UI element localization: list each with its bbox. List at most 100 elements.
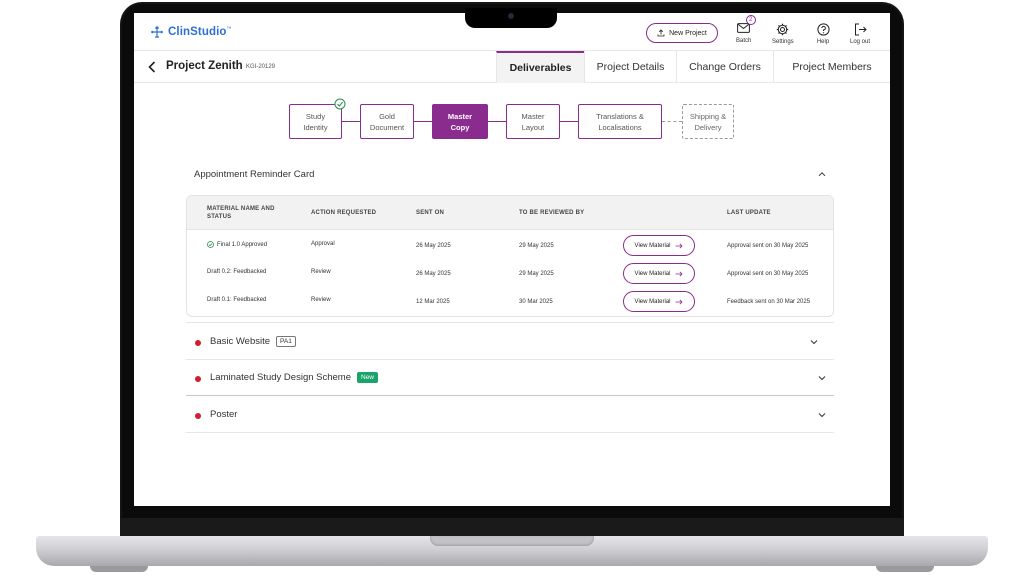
arrow-right-icon [675,243,684,248]
accordion-appointment-reminder-card[interactable]: Appointment Reminder Card [186,163,834,185]
action-requested: Review [311,297,331,303]
view-material-button[interactable]: View Material [623,263,695,284]
material-status-text: Final 1.0 Approved [217,241,268,248]
table-row: Draft 0.2: Feedbacked Review 26 May 2025… [187,260,833,288]
page-title: Project Zenith [166,60,243,72]
accordion-title-text: Basic Website [210,336,271,347]
project-code: KGI-20129 [246,64,276,70]
camera-icon [508,13,514,19]
step-label: Gold Document [370,111,404,133]
step-translations-localisations[interactable]: Translations & Localisations [578,104,662,139]
sent-on: 26 May 2025 [416,243,451,249]
divider [186,322,834,323]
batch-button[interactable]: 2 Batch [736,15,756,44]
review-by: 29 May 2025 [519,271,554,277]
chevron-down-icon[interactable] [818,412,826,418]
settings-button[interactable]: Settings [772,22,794,45]
sent-on: 12 Mar 2025 [416,299,450,305]
step-label: Translations & Localisations [596,111,644,133]
batch-icon-wrap: 2 [737,15,756,35]
step-connector [342,121,360,122]
step-connector [414,121,432,122]
accordion-title-text: Laminated Study Design Scheme [210,372,351,383]
accordion-title: Basic Website PA1 [210,336,296,347]
accordion-basic-website[interactable]: Basic Website PA1 [186,324,834,360]
logo-text: ClinStudio™ [168,26,232,38]
arrow-right-icon [675,271,684,276]
accordion-poster[interactable]: Poster [186,397,834,433]
step-master-layout[interactable]: Master Layout [506,104,560,139]
accordion-laminated-study-design-scheme[interactable]: Laminated Study Design Scheme New [186,360,834,396]
material-status: Draft 0.1: Feedbacked [207,297,267,303]
step-connector [560,121,578,122]
step-label-line1: Shipping & [689,111,727,121]
column-header-sent-on: SENT ON [416,210,445,216]
settings-icon-wrap [776,22,790,36]
logout-icon [854,23,867,35]
help-icon [816,22,830,36]
step-connector [488,121,506,122]
step-label: Study Identity [303,111,327,133]
tab-change-orders[interactable]: Change Orders [676,51,773,83]
laptop-base-lip [430,536,594,546]
logo[interactable]: ClinStudio™ [150,25,232,39]
chevron-down-icon[interactable] [810,339,818,345]
table-row: Final 1.0 Approved Approval 26 May 2025 … [187,232,833,260]
project-header: Project Zenith KGI-20129 Deliverables Pr… [134,51,890,83]
status-dot [195,376,201,382]
help-icon-wrap [816,22,830,36]
arrow-right-icon [675,299,684,304]
review-by: 29 May 2025 [519,243,554,249]
chevron-down-icon[interactable] [818,375,826,381]
table-header: MATERIAL NAME AND STATUS ACTION REQUESTE… [187,196,833,230]
settings-label: Settings [772,39,794,45]
app-screen: ClinStudio™ New Project 2 Batch Settings… [134,13,890,506]
laptop-foot-right [876,566,934,572]
logout-button[interactable]: Log out [850,22,870,45]
view-material-label: View Material [634,298,671,305]
step-shipping-delivery[interactable]: Shipping & Delivery [682,104,734,139]
materials-table: MATERIAL NAME AND STATUS ACTION REQUESTE… [186,195,834,317]
step-label-line2: Copy [450,122,470,132]
sent-on: 26 May 2025 [416,271,451,277]
action-requested: Approval [311,241,335,247]
table-row: Draft 0.1: Feedbacked Review 12 Mar 2025… [187,288,833,316]
help-button[interactable]: Help [816,22,830,45]
chevron-left-icon[interactable] [147,60,157,74]
step-label-line1: Master [521,111,545,121]
laptop-chin [120,518,904,536]
view-material-button[interactable]: View Material [623,235,695,256]
view-material-button[interactable]: View Material [623,291,695,312]
chevron-up-icon[interactable] [818,171,826,177]
clinstudio-logo-icon [151,26,163,38]
help-label: Help [816,39,830,45]
tab-project-members[interactable]: Project Members [773,51,890,83]
logo-text-main: ClinStudio [168,26,227,38]
check-circle-icon [207,241,214,248]
last-update: Approval sent on 30 May 2025 [727,243,809,249]
upload-icon [657,29,665,37]
batch-label: Batch [736,38,752,44]
accordion-title: Appointment Reminder Card [194,169,315,180]
review-by: 30 Mar 2025 [519,299,553,305]
step-label: Master Copy [448,111,472,133]
step-master-copy[interactable]: Master Copy [432,104,488,139]
accordion-title: Poster [210,409,238,420]
step-label-line2: Localisations [598,122,642,132]
tab-project-details[interactable]: Project Details [584,51,676,83]
new-project-button[interactable]: New Project [646,23,718,43]
new-badge: New [357,372,379,383]
laptop-foot-left [90,566,148,572]
logout-label: Log out [850,39,871,45]
view-material-label: View Material [634,270,671,277]
view-material-label: View Material [634,242,671,249]
tab-deliverables[interactable]: Deliverables [496,51,584,83]
pa-tag: PA1 [276,336,296,347]
logout-icon-wrap [853,22,867,36]
project-tabs: Deliverables Project Details Change Orde… [496,51,890,83]
gear-icon [777,23,789,35]
step-gold-document[interactable]: Gold Document [360,104,414,139]
column-header-review-by: TO BE REVIEWED BY [519,210,585,216]
workflow-stepper: Study Identity Gold Document Master Copy Ma… [134,83,890,145]
camera-notch [465,8,557,28]
